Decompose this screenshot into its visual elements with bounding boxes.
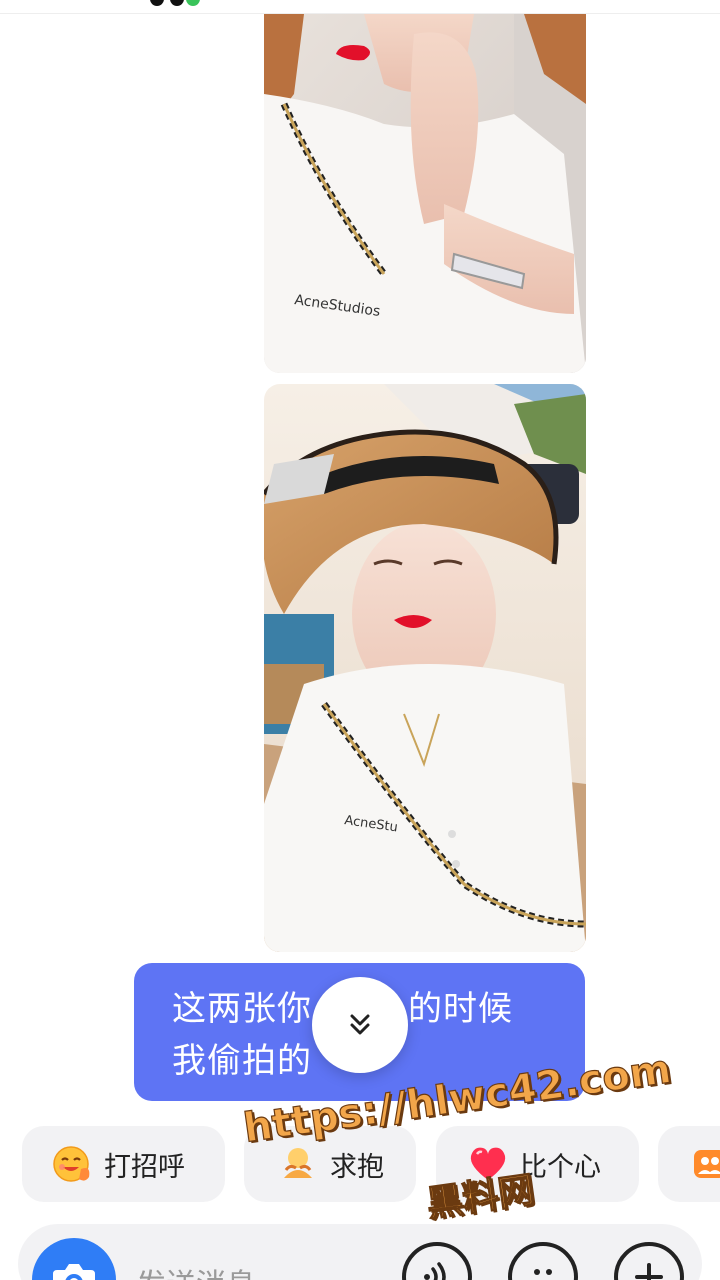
photo-image: AcneStudios [264,14,586,373]
message-input[interactable]: 发送消息 [136,1260,256,1280]
photo-message[interactable]: AcneStudios [264,14,586,373]
status-indicators [150,0,204,6]
chat-messages[interactable]: AcneStudios AcneStu 这两张你 的时候 我偷拍的 [0,14,720,1114]
photo-message[interactable]: AcneStu [264,384,586,952]
group-icon [688,1142,720,1186]
quick-reply-label: 求抱 [330,1151,384,1183]
more-button[interactable] [614,1242,684,1280]
scroll-to-bottom-button[interactable] [312,977,408,1073]
message-composer: 发送消息 [18,1224,702,1280]
emoji-button[interactable] [508,1242,578,1280]
camera-icon [53,1264,95,1280]
quick-reply-group[interactable] [658,1126,720,1202]
smile-wave-icon [50,1142,94,1186]
quick-reply-label: 比个心 [520,1151,601,1183]
double-chevron-down-icon [350,1014,370,1035]
emoji-icon [534,1269,552,1275]
plus-icon [635,1263,663,1280]
hug-icon [276,1142,320,1186]
quick-reply-hug[interactable]: 求抱 [244,1126,416,1202]
quick-reply-bar: 打招呼 求抱 比个心 [0,1114,720,1224]
heart-icon [466,1142,510,1186]
voice-icon [424,1262,446,1280]
quick-reply-heart[interactable]: 比个心 [436,1126,639,1202]
message-text-part: 这两张你 [172,989,312,1029]
quick-reply-greet[interactable]: 打招呼 [22,1126,225,1202]
status-bar [0,0,720,14]
voice-button[interactable] [402,1242,472,1280]
message-text-part: 的时候 [408,989,513,1029]
photo-image: AcneStu [264,384,586,952]
camera-button[interactable] [32,1238,116,1280]
quick-reply-label: 打招呼 [104,1151,185,1183]
